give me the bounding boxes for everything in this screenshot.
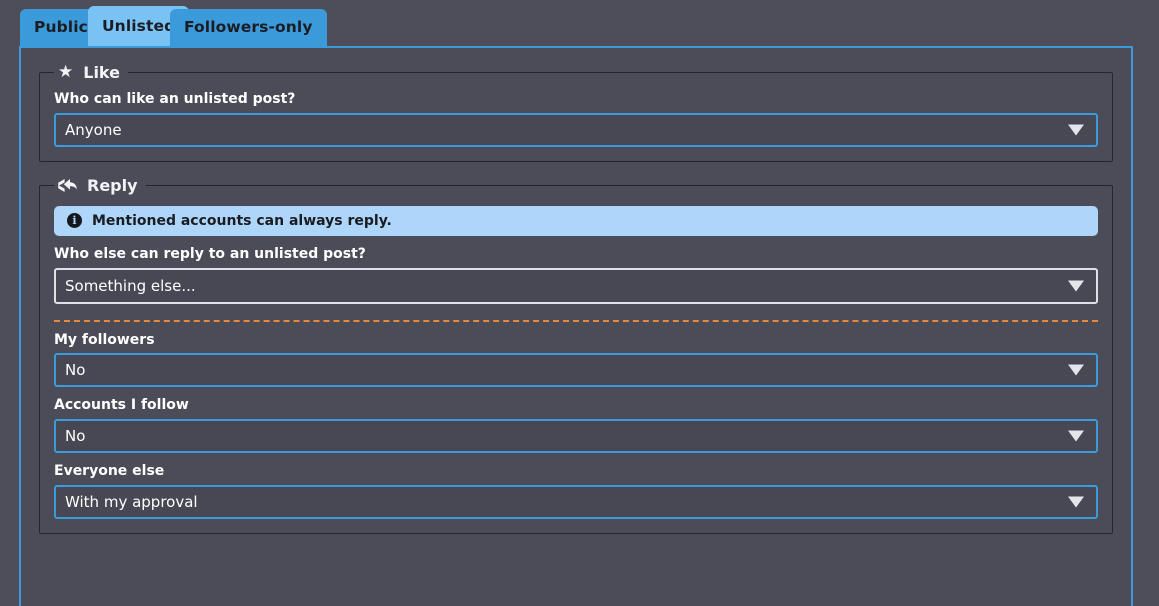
reply-settings-group: Reply i Mentioned accounts can always re… <box>39 175 1113 534</box>
tab-public-label: Public <box>34 18 88 37</box>
my-followers-label: My followers <box>54 331 155 348</box>
reply-group-legend: Reply <box>54 175 146 195</box>
my-followers-value: No <box>65 361 86 380</box>
reply-question-label: Who else can reply to an unlisted post? <box>54 245 366 262</box>
my-followers-select[interactable]: No <box>54 353 1098 388</box>
tab-unlisted-label: Unlisted <box>102 16 176 35</box>
like-group-legend-label: Like <box>83 62 120 82</box>
reply-all-icon <box>58 178 77 193</box>
privacy-scope-tabs: Public Unlisted Followers-only <box>0 0 1159 47</box>
like-audience-select[interactable]: Anyone <box>54 112 1098 147</box>
unlisted-settings-panel: ★ Like Who can like an unlisted post? An… <box>19 46 1133 606</box>
chevron-down-icon <box>1068 124 1084 136</box>
chevron-down-icon <box>1068 280 1084 292</box>
mentioned-accounts-info-banner: i Mentioned accounts can always reply. <box>54 205 1098 236</box>
like-settings-group: ★ Like Who can like an unlisted post? An… <box>39 64 1113 162</box>
like-audience-value: Anyone <box>65 120 122 139</box>
star-icon: ★ <box>58 62 74 82</box>
like-group-legend: ★ Like <box>54 64 128 81</box>
reply-group-legend-label: Reply <box>87 175 138 195</box>
info-banner-text: Mentioned accounts can always reply. <box>92 212 392 229</box>
chevron-down-icon <box>1068 430 1084 442</box>
panel-content: ★ Like Who can like an unlisted post? An… <box>21 48 1131 534</box>
chevron-down-icon <box>1068 364 1084 376</box>
info-circle-icon: i <box>67 213 82 229</box>
reply-audience-value: Something else... <box>65 276 196 295</box>
section-divider <box>54 319 1098 322</box>
accounts-i-follow-select[interactable]: No <box>54 419 1098 454</box>
tab-followers-only[interactable]: Followers-only <box>170 9 327 47</box>
accounts-i-follow-label: Accounts I follow <box>54 397 189 414</box>
everyone-else-value: With my approval <box>65 492 198 511</box>
everyone-else-label: Everyone else <box>54 463 165 480</box>
tab-followers-only-label: Followers-only <box>184 18 313 37</box>
chevron-down-icon <box>1068 496 1084 508</box>
reply-audience-select[interactable]: Something else... <box>54 267 1098 304</box>
accounts-i-follow-value: No <box>65 427 86 446</box>
everyone-else-select[interactable]: With my approval <box>54 484 1098 519</box>
like-question-label: Who can like an unlisted post? <box>54 91 296 107</box>
